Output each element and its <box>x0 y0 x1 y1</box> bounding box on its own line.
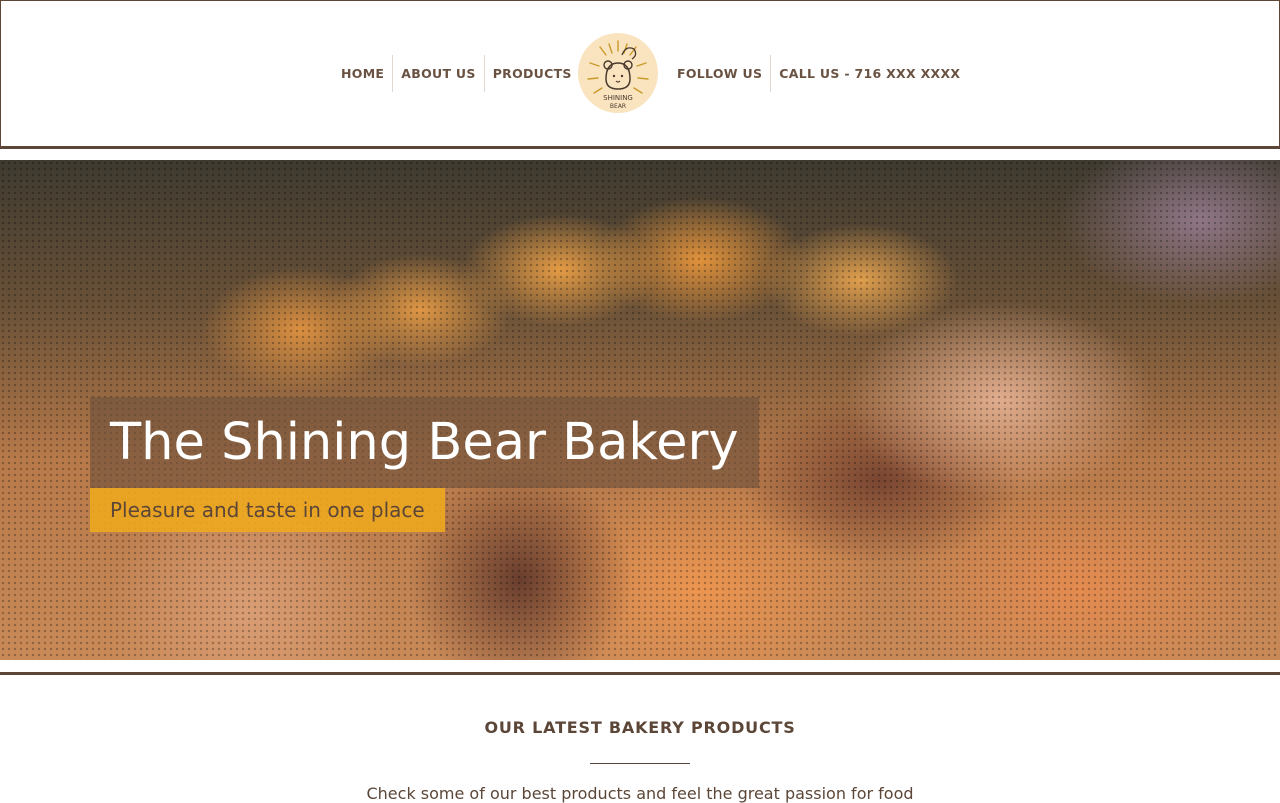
products-divider <box>590 763 690 764</box>
hero-banner: The Shining Bear Bakery Pleasure and tas… <box>0 160 1280 660</box>
nav-home-link[interactable]: HOME <box>333 55 392 92</box>
logo-text-line1: SHINING <box>603 94 633 102</box>
hero-title: The Shining Bear Bakery <box>90 397 759 488</box>
site-header: HOME ABOUT US PRODUCTS SHINING BEAR FOLL… <box>0 0 1280 149</box>
sun-bear-logo-icon: SHINING BEAR <box>587 40 649 110</box>
nav-about-link[interactable]: ABOUT US <box>393 55 483 92</box>
logo-text-line2: BEAR <box>610 103 626 110</box>
products-description: Check some of our best products and feel… <box>366 784 914 803</box>
nav-left: HOME ABOUT US PRODUCTS <box>333 55 580 92</box>
nav-products-link[interactable]: PRODUCTS <box>485 55 580 92</box>
bakery-logo[interactable]: SHINING BEAR <box>578 33 658 113</box>
nav-follow-link[interactable]: FOLLOW US <box>669 55 770 92</box>
hero-subtitle: Pleasure and taste in one place <box>90 488 445 532</box>
products-heading: OUR LATEST BAKERY PRODUCTS <box>484 718 796 737</box>
nav-right: FOLLOW US CALL US - 716 XXX XXXX <box>669 55 968 92</box>
nav-call-link[interactable]: CALL US - 716 XXX XXXX <box>771 55 968 92</box>
section-rule <box>0 672 1280 675</box>
